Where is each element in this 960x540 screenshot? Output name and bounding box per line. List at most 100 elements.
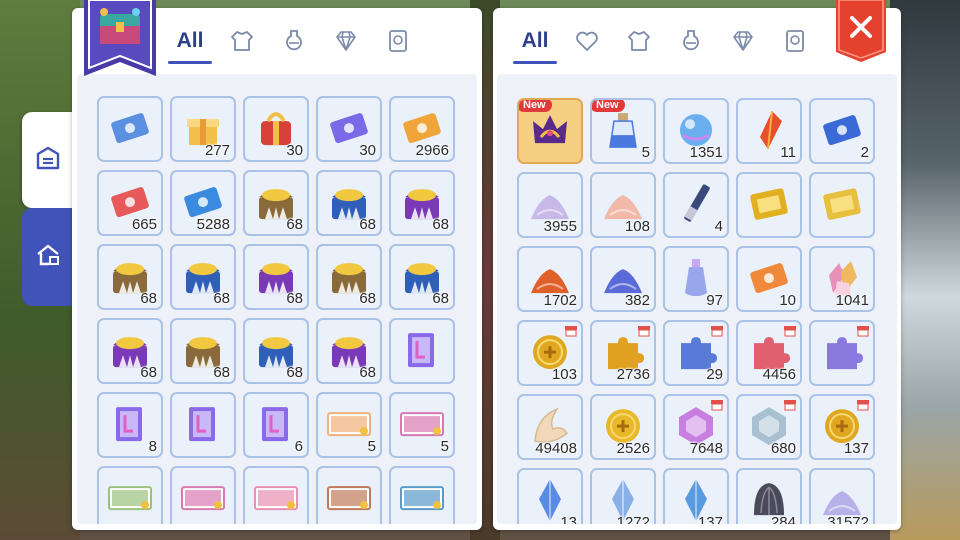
item-quantity: 137 bbox=[697, 514, 723, 524]
bag-tab-all[interactable]: All bbox=[164, 14, 216, 68]
item-slot[interactable]: 68 bbox=[243, 318, 309, 384]
item-quantity: 68 bbox=[286, 364, 303, 381]
item-slot[interactable]: 30 bbox=[316, 96, 382, 162]
item-slot[interactable]: 1272 bbox=[590, 468, 656, 524]
item-slot[interactable]: 13 bbox=[517, 468, 583, 524]
item-slot[interactable]: 284 bbox=[736, 468, 802, 524]
item-slot[interactable]: 382 bbox=[590, 246, 656, 312]
storage-tab-all[interactable]: All bbox=[509, 14, 561, 68]
storage-tab-armor[interactable] bbox=[613, 14, 665, 68]
item-slot[interactable]: 68 bbox=[316, 318, 382, 384]
item-slot[interactable] bbox=[170, 466, 236, 524]
item-slot[interactable]: New bbox=[517, 98, 583, 164]
item-slot[interactable]: 6 bbox=[243, 392, 309, 458]
item-slot[interactable]: 10 bbox=[736, 246, 802, 312]
item-slot[interactable]: 68 bbox=[170, 244, 236, 310]
item-slot[interactable]: 1702 bbox=[517, 246, 583, 312]
item-slot[interactable]: 68 bbox=[389, 170, 455, 236]
storage-house-icon bbox=[35, 242, 61, 273]
item-slot[interactable] bbox=[97, 466, 163, 524]
bag-tab-card[interactable] bbox=[372, 14, 424, 68]
item-slot[interactable] bbox=[97, 96, 163, 162]
item-slot[interactable]: 680 bbox=[736, 394, 802, 460]
scroll-icon bbox=[189, 407, 215, 442]
item-slot[interactable]: 665 bbox=[97, 170, 163, 236]
new-badge: New bbox=[519, 100, 552, 112]
item-slot[interactable]: 68 bbox=[316, 244, 382, 310]
shop-icon bbox=[784, 326, 796, 337]
shop-icon bbox=[857, 326, 869, 337]
item-slot[interactable]: 11 bbox=[736, 98, 802, 164]
item-slot[interactable]: 4 bbox=[663, 172, 729, 238]
item-slot[interactable]: 5 bbox=[389, 392, 455, 458]
item-slot[interactable]: 68 bbox=[389, 244, 455, 310]
item-slot[interactable]: 2736 bbox=[590, 320, 656, 386]
potion-icon bbox=[683, 30, 699, 51]
item-slot[interactable]: 68 bbox=[97, 318, 163, 384]
item-slot[interactable]: New 5 bbox=[590, 98, 656, 164]
storage-tab-potion[interactable] bbox=[665, 14, 717, 68]
item-slot[interactable] bbox=[316, 466, 382, 524]
item-slot[interactable]: 68 bbox=[243, 244, 309, 310]
item-slot[interactable] bbox=[243, 466, 309, 524]
item-slot[interactable]: 29 bbox=[663, 320, 729, 386]
item-quantity: 68 bbox=[432, 290, 449, 307]
scroll-icon bbox=[116, 407, 142, 442]
item-quantity: 68 bbox=[359, 290, 376, 307]
item-slot[interactable]: 137 bbox=[663, 468, 729, 524]
bag-tab-armor[interactable] bbox=[216, 14, 268, 68]
storage-tab-gem[interactable] bbox=[717, 14, 769, 68]
item-slot[interactable]: 7648 bbox=[663, 394, 729, 460]
tab-label: All bbox=[521, 29, 549, 52]
item-slot[interactable] bbox=[389, 318, 455, 384]
item-slot[interactable] bbox=[170, 392, 236, 458]
item-slot[interactable]: 68 bbox=[170, 318, 236, 384]
item-slot[interactable]: 68 bbox=[243, 170, 309, 236]
item-slot[interactable]: 2526 bbox=[590, 394, 656, 460]
item-quantity: 68 bbox=[359, 216, 376, 233]
side-tab-inventory[interactable] bbox=[22, 112, 74, 208]
item-slot[interactable]: 31572 bbox=[809, 468, 875, 524]
item-slot[interactable]: 137 bbox=[809, 394, 875, 460]
item-slot[interactable]: 4456 bbox=[736, 320, 802, 386]
item-slot[interactable]: 68 bbox=[316, 170, 382, 236]
item-quantity: 3955 bbox=[543, 218, 577, 235]
item-slot[interactable]: 108 bbox=[590, 172, 656, 238]
storage-item-grid-area[interactable]: New New 5 1351 11 2 3955 108 4 1702 382 97 10 1041 103… bbox=[497, 74, 897, 524]
storage-tab-heart[interactable] bbox=[561, 14, 613, 68]
storage-tab-card[interactable] bbox=[769, 14, 821, 68]
gold-card-icon bbox=[750, 188, 788, 220]
close-button[interactable] bbox=[836, 0, 886, 62]
bag-tab-gem[interactable] bbox=[320, 14, 372, 68]
item-slot[interactable] bbox=[809, 172, 875, 238]
item-slot[interactable]: 2966 bbox=[389, 96, 455, 162]
item-quantity: 2 bbox=[860, 144, 869, 161]
shop-icon bbox=[784, 400, 796, 411]
bag-tab-potion[interactable] bbox=[268, 14, 320, 68]
item-slot[interactable]: 49408 bbox=[517, 394, 583, 460]
item-slot[interactable]: 3955 bbox=[517, 172, 583, 238]
item-slot[interactable]: 2 bbox=[809, 98, 875, 164]
storage-item-grid: New New 5 1351 11 2 3955 108 4 1702 382 97 10 1041 103… bbox=[517, 98, 875, 524]
item-quantity: 1702 bbox=[543, 292, 577, 309]
card-icon bbox=[786, 30, 804, 52]
item-slot[interactable]: 277 bbox=[170, 96, 236, 162]
item-slot[interactable]: 5 bbox=[316, 392, 382, 458]
item-quantity: 68 bbox=[359, 364, 376, 381]
item-slot[interactable]: 30 bbox=[243, 96, 309, 162]
item-slot[interactable]: 5288 bbox=[170, 170, 236, 236]
item-slot[interactable]: 1041 bbox=[809, 246, 875, 312]
side-tab-storage[interactable] bbox=[22, 208, 74, 306]
item-quantity: 5288 bbox=[196, 216, 230, 233]
item-slot[interactable]: 1351 bbox=[663, 98, 729, 164]
item-slot[interactable]: 8 bbox=[97, 392, 163, 458]
treasure-chest-icon bbox=[84, 0, 156, 76]
bag-item-grid-area[interactable]: 277 30 30 2966 665 5288 68 68 68 68 68 68 68 68 68 68 68… bbox=[77, 74, 477, 524]
item-slot[interactable]: 97 bbox=[663, 246, 729, 312]
item-slot[interactable]: 103 bbox=[517, 320, 583, 386]
item-slot[interactable]: 68 bbox=[97, 244, 163, 310]
item-slot[interactable] bbox=[809, 320, 875, 386]
item-slot[interactable] bbox=[389, 466, 455, 524]
item-slot[interactable] bbox=[736, 172, 802, 238]
item-quantity: 49408 bbox=[535, 440, 577, 457]
